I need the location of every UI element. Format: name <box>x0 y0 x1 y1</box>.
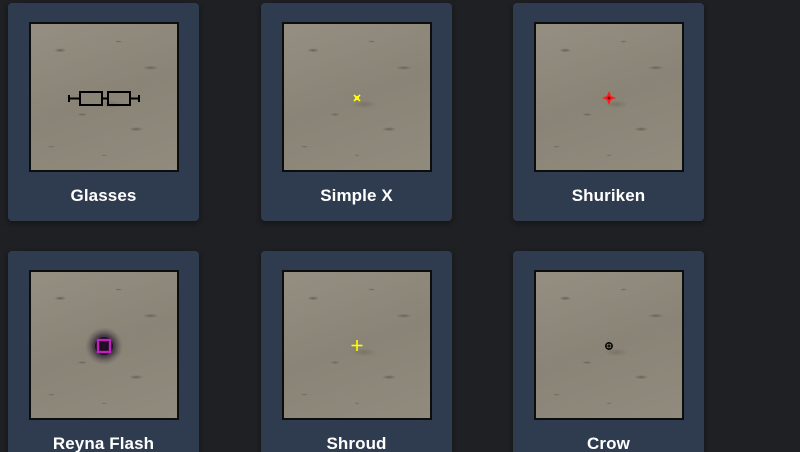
crosshair-name: Simple X <box>320 186 393 205</box>
glasses-crosshair-icon <box>68 91 140 106</box>
crosshair-name: Reyna Flash <box>52 434 155 452</box>
simple-x-crosshair-icon <box>353 94 361 102</box>
crosshair-name: Shroud <box>326 434 387 452</box>
crosshair-preview <box>534 270 684 420</box>
crosshair-preview <box>534 22 684 172</box>
crosshair-card-shuriken[interactable]: Shuriken <box>513 3 704 221</box>
crosshair-preview <box>29 22 179 172</box>
crosshair-preview <box>282 270 432 420</box>
crosshair-card-glasses[interactable]: Glasses <box>8 3 199 221</box>
crosshair-card-reyna-flash[interactable]: Reyna Flash <box>8 251 199 452</box>
reyna-flash-crosshair-icon <box>85 327 123 365</box>
crosshair-grid: Glasses Simple X Shuriken Reyna Flash Sh… <box>0 0 800 452</box>
shuriken-crosshair-icon <box>602 91 616 105</box>
crosshair-card-shroud[interactable]: Shroud <box>261 251 452 452</box>
crosshair-name: Shuriken <box>571 186 646 205</box>
crow-crosshair-icon <box>605 342 613 350</box>
crosshair-card-crow[interactable]: Crow <box>513 251 704 452</box>
crosshair-name: Glasses <box>70 186 137 205</box>
shroud-crosshair-icon <box>351 340 363 351</box>
crosshair-preview <box>29 270 179 420</box>
crosshair-name: Crow <box>587 434 630 452</box>
crosshair-card-simple-x[interactable]: Simple X <box>261 3 452 221</box>
crosshair-preview <box>282 22 432 172</box>
